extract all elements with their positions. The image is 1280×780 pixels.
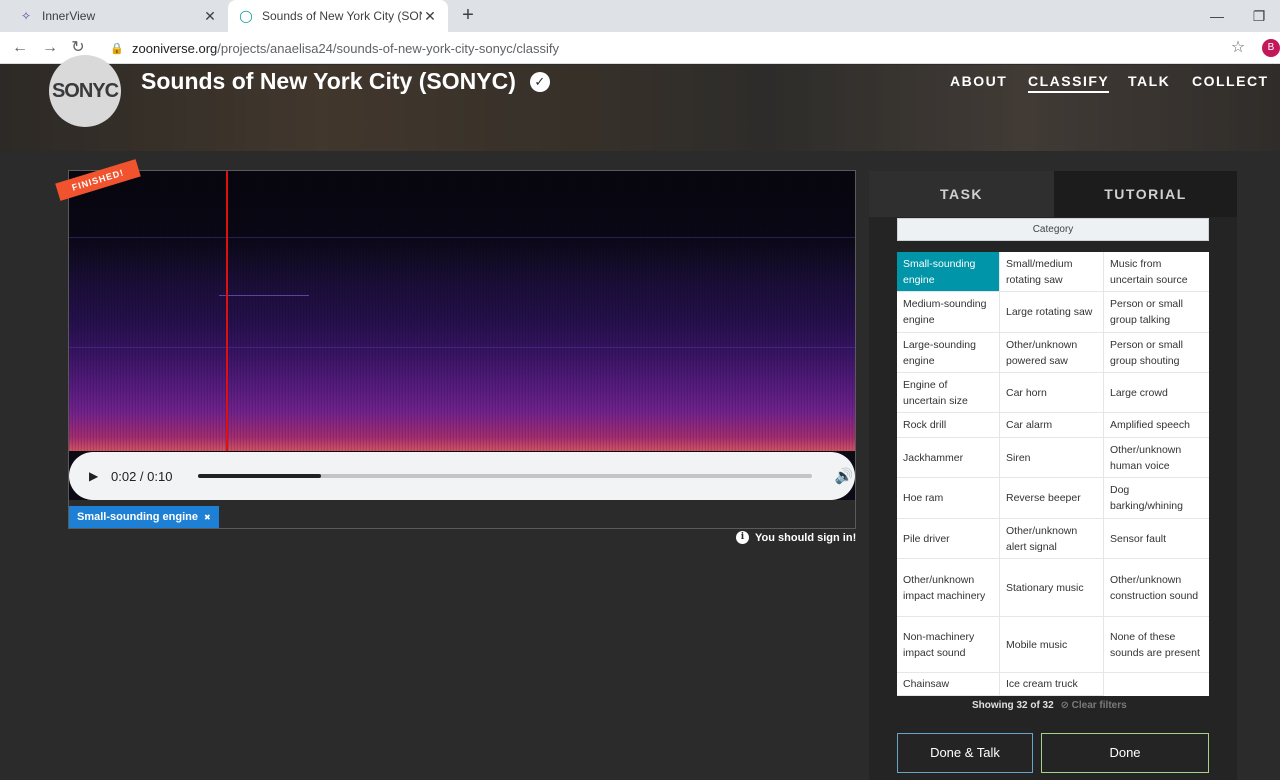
- play-icon[interactable]: ▶: [89, 469, 105, 483]
- choice-option[interactable]: Sensor fault: [1104, 519, 1209, 559]
- selected-tag[interactable]: Small-sounding engine ✖: [69, 506, 219, 528]
- showing-count-row: Showing 32 of 32 ⊘ Clear filters: [972, 700, 1127, 711]
- tab-task[interactable]: TASK: [869, 171, 1054, 217]
- selected-tags-row: Small-sounding engine ✖: [69, 500, 855, 528]
- choice-option[interactable]: Ice cream truck: [1000, 673, 1104, 696]
- showing-count: Showing 32 of 32: [972, 700, 1054, 711]
- choice-option[interactable]: Mobile music: [1000, 617, 1104, 673]
- choice-option[interactable]: Large-sounding engine: [897, 333, 1000, 373]
- url-path: /projects/anaelisa24/sounds-of-new-york-…: [217, 40, 560, 56]
- choice-option[interactable]: Non-machinery impact sound: [897, 617, 1000, 673]
- project-title: Sounds of New York City (SONYC): [141, 68, 516, 94]
- tab-tutorial[interactable]: TUTORIAL: [1054, 171, 1237, 217]
- nav-about[interactable]: ABOUT: [950, 73, 1007, 89]
- close-tab-icon[interactable]: ✕: [202, 8, 218, 25]
- choice-option[interactable]: Person or small group shouting: [1104, 333, 1209, 373]
- nav-talk[interactable]: TALK: [1128, 73, 1170, 89]
- choice-option[interactable]: Other/unknown alert signal: [1000, 519, 1104, 559]
- choice-option[interactable]: Medium-sounding engine: [897, 292, 1000, 333]
- audio-player: ▶ 0:02 / 0:10 🔊: [69, 452, 855, 500]
- verified-check-icon: ✓: [529, 71, 550, 92]
- volume-icon[interactable]: 🔊: [834, 467, 853, 485]
- tab-label: InnerView: [42, 9, 96, 23]
- nav-classify[interactable]: CLASSIFY: [1028, 73, 1110, 93]
- info-icon: i: [736, 531, 749, 544]
- remove-tag-icon[interactable]: ✖: [204, 513, 211, 522]
- done-button[interactable]: Done: [1041, 733, 1209, 773]
- spectrogram-image[interactable]: [69, 171, 855, 451]
- clear-filters-label: Clear filters: [1071, 700, 1127, 711]
- logo-text: SONYC: [51, 79, 119, 102]
- clear-icon: ⊘: [1060, 700, 1069, 711]
- close-tab-icon[interactable]: ✕: [422, 8, 438, 25]
- project-title-row: Sounds of New York City (SONYC) ✓: [141, 68, 550, 95]
- browser-tab-innerview[interactable]: ✧ InnerView ✕: [8, 0, 228, 32]
- audio-time: 0:02 / 0:10: [111, 468, 173, 484]
- choice-option[interactable]: Other/unknown human voice: [1104, 438, 1209, 478]
- playhead-line[interactable]: [226, 171, 229, 451]
- browser-tab-sonyc[interactable]: ◯ Sounds of New York City (SONYC ✕: [228, 0, 448, 32]
- zooniverse-icon: ◯: [239, 9, 253, 23]
- tab-label: Sounds of New York City (SONYC: [262, 9, 422, 23]
- choice-option[interactable]: Small/medium rotating saw: [1000, 252, 1104, 292]
- choice-option[interactable]: Car alarm: [1000, 413, 1104, 438]
- choice-option[interactable]: Large rotating saw: [1000, 292, 1104, 333]
- selected-tag-label: Small-sounding engine: [77, 511, 199, 523]
- address-bar: ← → ↻ 🔒 zooniverse.org/projects/anaelisa…: [0, 32, 1280, 64]
- profile-avatar[interactable]: B: [1262, 39, 1280, 57]
- new-tab-icon[interactable]: +: [456, 4, 480, 28]
- category-filter-header[interactable]: Category: [897, 218, 1209, 241]
- spectrogram-band: [69, 237, 855, 238]
- subject-viewer: ▶ 0:02 / 0:10 🔊 Small-sounding engine ✖: [68, 170, 856, 529]
- spectrogram-band: [219, 295, 309, 296]
- audio-seek-fill: [198, 474, 322, 478]
- choice-option[interactable]: Large crowd: [1104, 373, 1209, 413]
- nav-collect[interactable]: COLLECT: [1192, 73, 1269, 89]
- lock-icon: 🔒: [110, 42, 124, 55]
- minimize-icon[interactable]: —: [1202, 4, 1232, 28]
- spectrogram-band: [69, 347, 855, 348]
- sign-in-notice[interactable]: i You should sign in!: [736, 531, 856, 544]
- choice-option[interactable]: Music from uncertain source: [1104, 252, 1209, 292]
- url-field[interactable]: 🔒 zooniverse.org/projects/anaelisa24/sou…: [100, 35, 1250, 61]
- choice-option[interactable]: Person or small group talking: [1104, 292, 1209, 333]
- browser-tab-bar: ✧ InnerView ✕ ◯ Sounds of New York City …: [0, 0, 1280, 32]
- choice-option[interactable]: Small-sounding engine: [897, 252, 1000, 292]
- clear-filters-button[interactable]: ⊘ Clear filters: [1060, 700, 1126, 711]
- choice-option[interactable]: Dog barking/whining: [1104, 478, 1209, 519]
- choice-option[interactable]: Jackhammer: [897, 438, 1000, 478]
- project-logo[interactable]: SONYC: [49, 55, 121, 127]
- choice-option[interactable]: Chainsaw: [897, 673, 1000, 696]
- sign-in-text: You should sign in!: [755, 531, 857, 544]
- bookmark-star-icon[interactable]: ☆: [1226, 36, 1250, 60]
- restore-icon[interactable]: ❐: [1244, 4, 1274, 28]
- choice-option[interactable]: Hoe ram: [897, 478, 1000, 519]
- done-and-talk-button[interactable]: Done & Talk: [897, 733, 1033, 773]
- choice-option[interactable]: Pile driver: [897, 519, 1000, 559]
- choice-option[interactable]: Engine of uncertain size: [897, 373, 1000, 413]
- choice-option[interactable]: Reverse beeper: [1000, 478, 1104, 519]
- choice-option[interactable]: Amplified speech: [1104, 413, 1209, 438]
- choice-option[interactable]: Car horn: [1000, 373, 1104, 413]
- choice-option[interactable]: Other/unknown impact machinery: [897, 559, 1000, 617]
- url-host: zooniverse.org: [132, 40, 218, 56]
- choice-option[interactable]: Siren: [1000, 438, 1104, 478]
- choice-option[interactable]: Other/unknown construction sound: [1104, 559, 1209, 617]
- choice-grid: Small-sounding engine Medium-sounding eng…: [897, 252, 1209, 696]
- choice-option[interactable]: Stationary music: [1000, 559, 1104, 617]
- back-icon[interactable]: ←: [8, 36, 32, 60]
- innerview-icon: ✧: [20, 9, 32, 23]
- choice-option[interactable]: None of these sounds are present: [1104, 617, 1209, 673]
- choice-option[interactable]: Other/unknown powered saw: [1000, 333, 1104, 373]
- audio-seek-bar[interactable]: [198, 474, 813, 478]
- choice-option[interactable]: Rock drill: [897, 413, 1000, 438]
- forward-icon[interactable]: →: [38, 36, 62, 60]
